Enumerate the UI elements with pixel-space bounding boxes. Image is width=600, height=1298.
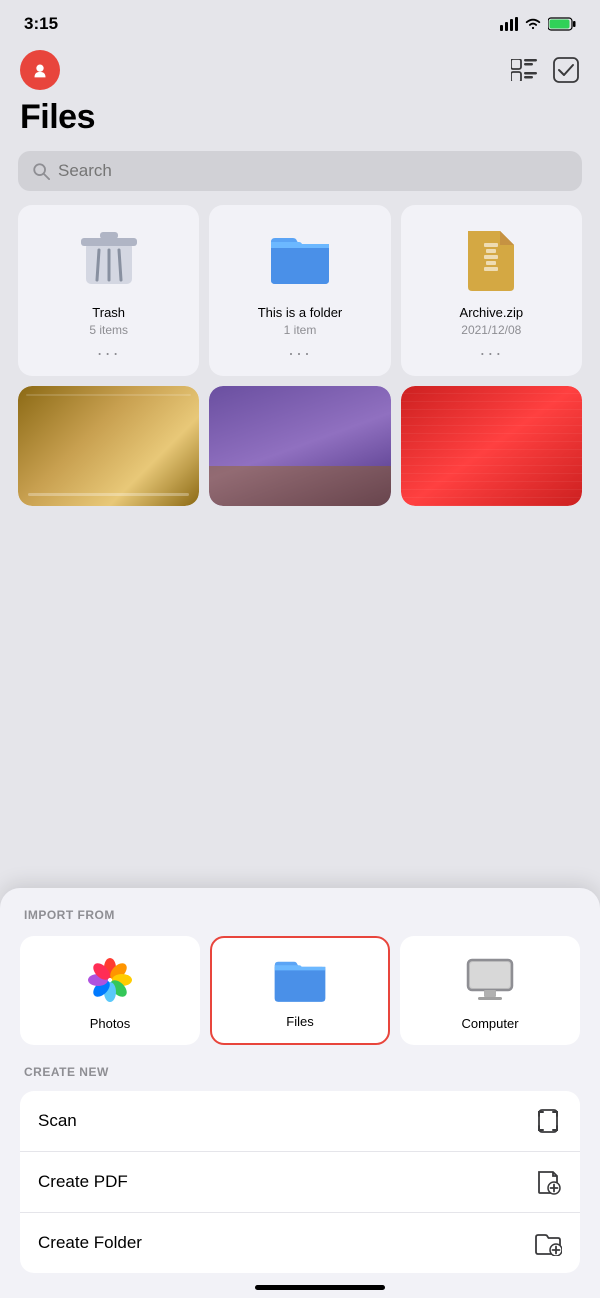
page-title-section: Files — [0, 94, 600, 147]
scan-action-item[interactable]: Scan — [20, 1091, 580, 1152]
file-card-archive[interactable]: Archive.zip 2021/12/08 ··· — [401, 205, 582, 376]
file-more[interactable]: ··· — [288, 343, 312, 364]
header — [0, 42, 600, 94]
scan-label: Scan — [38, 1111, 77, 1131]
create-new-label: CREATE NEW — [20, 1065, 580, 1079]
create-folder-label: Create Folder — [38, 1233, 142, 1253]
action-list: Scan — [20, 1091, 580, 1273]
import-files-card[interactable]: Files — [210, 936, 390, 1045]
search-bar[interactable] — [18, 151, 582, 191]
scan-icon — [534, 1107, 562, 1135]
import-grid: Photos Files Computer — [20, 936, 580, 1045]
file-card-photo1[interactable] — [18, 386, 199, 506]
signal-icon — [500, 17, 518, 31]
create-pdf-label: Create PDF — [38, 1172, 128, 1192]
import-computer-card[interactable]: Computer — [400, 936, 580, 1045]
wifi-icon — [524, 17, 542, 31]
battery-icon — [548, 17, 576, 31]
app-logo[interactable] — [20, 50, 60, 90]
import-photos-label: Photos — [90, 1016, 130, 1031]
photos-icon — [84, 954, 136, 1006]
header-actions — [510, 56, 580, 84]
create-pdf-icon — [534, 1168, 562, 1196]
checkbox-icon[interactable] — [552, 56, 580, 84]
create-new-section: CREATE NEW Scan — [20, 1065, 580, 1273]
home-indicator — [20, 1273, 600, 1298]
status-icons — [500, 17, 576, 31]
list-view-icon[interactable] — [510, 56, 538, 84]
archive-icon — [455, 223, 527, 295]
bottom-sheet: IMPORT FROM — [0, 888, 600, 1298]
file-more[interactable]: ··· — [479, 343, 503, 364]
trash-icon — [73, 223, 145, 295]
status-bar: 3:15 — [0, 0, 600, 42]
create-folder-icon — [534, 1229, 562, 1257]
import-section-label: IMPORT FROM — [20, 908, 580, 922]
search-bar-wrap — [0, 147, 600, 205]
folder-icon — [264, 223, 336, 295]
file-name: Archive.zip — [460, 305, 524, 320]
files-icon — [273, 956, 327, 1004]
status-time: 3:15 — [24, 14, 58, 34]
search-icon — [32, 162, 50, 180]
search-input[interactable] — [58, 161, 568, 181]
file-more[interactable]: ··· — [97, 343, 121, 364]
files-grid: Trash 5 items ··· This is a folder 1 ite… — [0, 205, 600, 516]
file-meta: 2021/12/08 — [461, 323, 521, 337]
file-card-folder[interactable]: This is a folder 1 item ··· — [209, 205, 390, 376]
page-title: Files — [20, 98, 580, 137]
create-folder-action-item[interactable]: Create Folder — [20, 1213, 580, 1273]
file-name: Trash — [92, 305, 125, 320]
import-photos-card[interactable]: Photos — [20, 936, 200, 1045]
home-bar — [255, 1285, 385, 1290]
import-files-label: Files — [286, 1014, 313, 1029]
file-card-photo2[interactable] — [209, 386, 390, 506]
file-name: This is a folder — [258, 305, 343, 320]
computer-icon — [464, 954, 516, 1006]
file-card-trash[interactable]: Trash 5 items ··· — [18, 205, 199, 376]
import-computer-label: Computer — [461, 1016, 518, 1031]
file-card-photo3[interactable] — [401, 386, 582, 506]
file-meta: 1 item — [284, 323, 317, 337]
create-pdf-action-item[interactable]: Create PDF — [20, 1152, 580, 1213]
file-meta: 5 items — [89, 323, 128, 337]
